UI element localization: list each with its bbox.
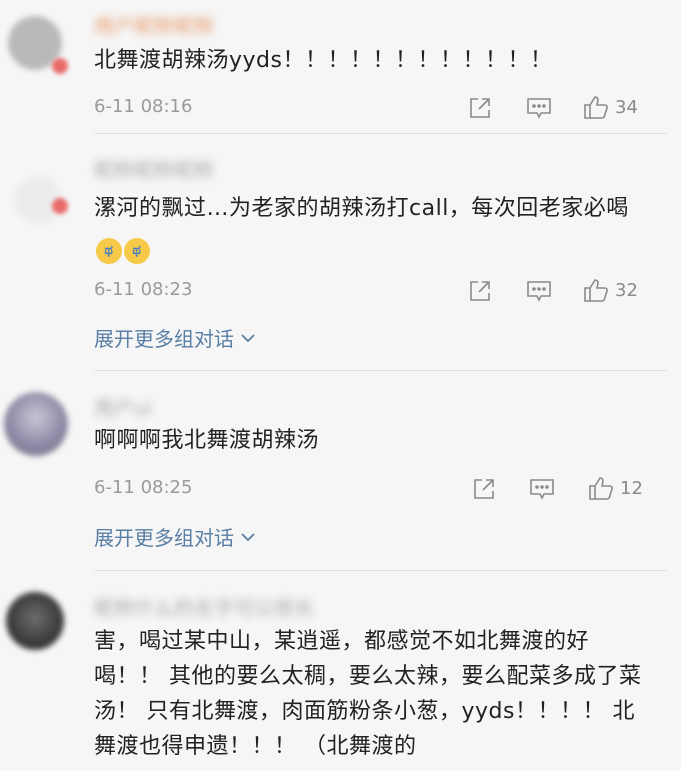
divider: [94, 570, 667, 571]
username[interactable]: 昵称什么的名字可以很长: [94, 592, 314, 621]
thumbs-up-icon: [589, 477, 613, 500]
chevron-down-icon: [241, 333, 255, 342]
thumbs-up-icon: [584, 279, 608, 302]
reply-button[interactable]: [526, 279, 552, 303]
comment-time: 6-11 08:16: [94, 96, 193, 117]
username[interactable]: 用户ui: [94, 392, 152, 421]
like-count: 34: [615, 96, 638, 118]
comment-icon: [527, 98, 551, 119]
share-button[interactable]: [472, 477, 496, 501]
comment-text: 害，喝过某中山，某逍遥，都感觉不如北舞渡的好喝！！ 其他的要么太稠，要么太辣，要…: [94, 629, 642, 759]
like-count: 32: [615, 279, 638, 301]
like-button[interactable]: 32: [583, 277, 638, 303]
divider: [94, 133, 667, 134]
expand-conversation-link[interactable]: 展开更多组对话: [94, 522, 256, 551]
avatar[interactable]: [6, 592, 64, 650]
comment-icon: [530, 479, 554, 500]
reply-button[interactable]: [529, 477, 555, 501]
comment-time: 6-11 08:25: [94, 477, 193, 498]
like-button[interactable]: 12: [588, 475, 643, 501]
comment-text: 漯河的飘过…为老家的胡辣汤打call，每次回老家必喝ಥ ಥ: [94, 192, 654, 264]
username[interactable]: 昵称昵称昵称: [94, 154, 214, 183]
like-count: 12: [620, 477, 643, 499]
chevron-down-icon: [241, 532, 255, 541]
share-button[interactable]: [468, 279, 492, 303]
like-button[interactable]: 34: [583, 94, 638, 120]
share-button[interactable]: [468, 96, 492, 120]
verified-badge: [52, 198, 68, 214]
comment-icon: [527, 281, 551, 302]
comment-time: 6-11 08:23: [94, 279, 193, 300]
comment-text: 北舞渡胡辣汤yyds！！！！！！！！！！！！: [94, 48, 553, 73]
comment-list: 用户昵称昵称 北舞渡胡辣汤yyds！！！！！！！！！！！！ 6-11 08:16…: [0, 0, 681, 771]
avatar[interactable]: [4, 392, 68, 456]
crying-face-icon: ಥ: [124, 238, 150, 264]
divider: [94, 370, 667, 371]
comment-text: 啊啊啊我北舞渡胡辣汤: [94, 428, 320, 453]
verified-badge: [52, 58, 68, 74]
share-icon: [474, 479, 494, 499]
share-icon: [470, 281, 490, 301]
reply-button[interactable]: [526, 96, 552, 120]
thumbs-up-icon: [584, 96, 608, 119]
crying-face-icon: ಥ: [96, 238, 122, 264]
share-icon: [470, 98, 490, 118]
username[interactable]: 用户昵称昵称: [94, 10, 214, 39]
expand-conversation-link[interactable]: 展开更多组对话: [94, 323, 256, 352]
